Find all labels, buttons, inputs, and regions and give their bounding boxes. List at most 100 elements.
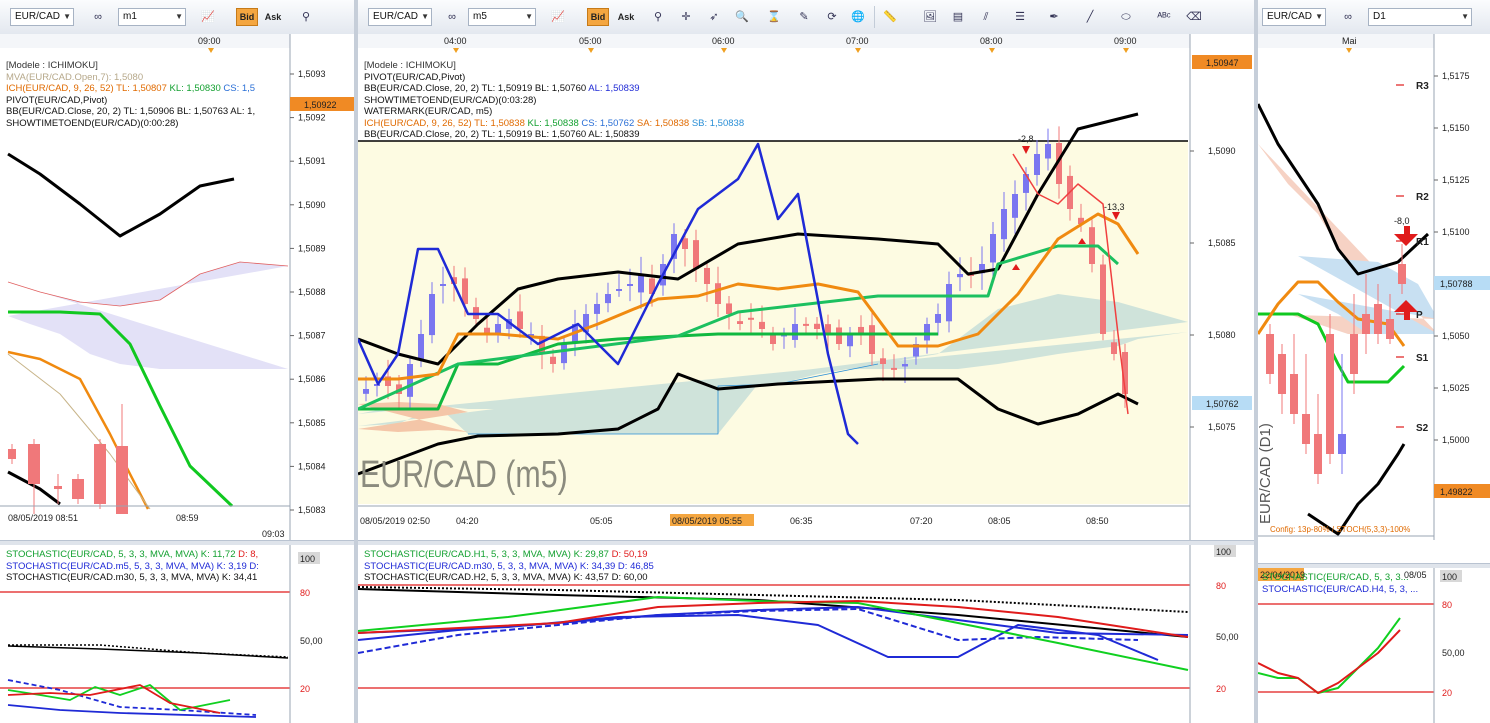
candle-body	[1045, 144, 1051, 159]
legend-text: STOCHASTIC(EUR/CAD.m5, 5, 3, 3, MVA, MVA…	[6, 560, 259, 572]
indicator-legend-left: [Modele : ICHIMOKU] MVA(EUR/CAD.Open,7): …	[6, 60, 255, 129]
symbol-select-right[interactable]: EUR/CAD ▼	[1262, 8, 1326, 26]
crosshair-icon[interactable]: ✛	[676, 8, 696, 26]
legend-text: D: 50,19	[611, 549, 648, 560]
timeframe-select-right[interactable]: D1 ▼	[1368, 8, 1472, 26]
price-chart-center[interactable]: 04:00 05:00 06:00 07:00 08:00 09:00 -2,8 -13,3 1…	[358, 34, 1254, 540]
pivot-label: R1	[1416, 237, 1429, 248]
legend-text: D: 8,	[238, 549, 259, 560]
stoch-tick-label: 20	[1442, 688, 1452, 698]
symbol-select-center[interactable]: EUR/CAD ▼	[368, 8, 432, 26]
time-tick-label: 07:20	[910, 516, 933, 526]
candle-body	[924, 324, 930, 341]
stoch-tick-label: 50,00	[1442, 648, 1465, 658]
symbol-select-left[interactable]: EUR/CAD ▼	[10, 8, 74, 26]
ruler-icon[interactable]: 📏	[880, 8, 900, 26]
edit-window-icon[interactable]: ✎	[794, 8, 814, 26]
price-axis	[1434, 568, 1490, 723]
price-tag-label: 1,50762	[1206, 399, 1239, 409]
timeframe-select-left[interactable]: m1 ▼	[118, 8, 186, 26]
image-icon[interactable]: 🖼	[920, 8, 940, 26]
legend-text: BB(EUR/CAD.Close, 20, 2) TL: 1,50919 BL:…	[364, 83, 589, 94]
stochastic-chart-center[interactable]: 100 80 50,00 20 STOCHASTIC(EUR/CAD.H1, 5, 3…	[358, 545, 1254, 723]
candle-body	[616, 289, 622, 291]
candle-body	[902, 364, 908, 367]
zoom-icon[interactable]: ⚲	[648, 8, 668, 26]
ask-button[interactable]: Ask	[262, 8, 284, 26]
stoch-tick-label: 20	[1216, 684, 1226, 694]
toolbar-right: EUR/CAD ▼ ∞ D1 ▼	[1258, 0, 1490, 35]
candle-body	[28, 444, 40, 484]
price-chart-left[interactable]: 09:00 1,5093 1,5092 1,5091 1,5090 1,5089 1,508…	[0, 34, 354, 540]
legend-row: PIVOT(EUR/CAD,Pivot)	[364, 72, 744, 84]
price-tick-label: 1,5050	[1442, 331, 1470, 341]
time-tick-label: 06:35	[790, 516, 813, 526]
candle-body	[803, 323, 809, 326]
refresh-icon[interactable]: ⟳	[822, 8, 842, 26]
candle-body	[770, 334, 776, 344]
template-icon[interactable]: ▤	[948, 8, 968, 26]
fan-lines-icon[interactable]: ⫽	[976, 8, 996, 26]
candle-body	[693, 240, 699, 269]
hourglass-icon[interactable]: ⌛	[764, 8, 784, 26]
text-tool-icon[interactable]: ᴬᴮᶜ	[1154, 8, 1174, 26]
pivot-label: S2	[1416, 423, 1429, 434]
candle-body	[54, 486, 62, 489]
stoch-tick-label: 20	[300, 684, 310, 694]
price-tick-label: 1,5125	[1442, 175, 1470, 185]
legend-text: CS: 1,50762	[581, 117, 637, 129]
candle-body	[594, 304, 600, 314]
legend-text: KL: 1,50838	[527, 117, 582, 129]
ellipse-icon[interactable]: ⬭	[1116, 8, 1136, 26]
price-tick-label: 1,5086	[298, 374, 326, 384]
globe-icon[interactable]: 🌐	[848, 8, 868, 26]
bid-button[interactable]: Bid	[587, 8, 609, 26]
legend-text: WATERMARK(EUR/CAD, m5)	[364, 106, 493, 117]
pen-icon[interactable]: ✒	[1044, 8, 1064, 26]
annotation-label: -2,8	[1018, 134, 1034, 144]
ask-button[interactable]: Ask	[615, 8, 637, 26]
stochastic-chart-left[interactable]: 100 80 50,00 20 STOCHASTIC(EUR/CAD, 5, 3, 3…	[0, 545, 354, 723]
chart-type-icon[interactable]: 📈	[548, 8, 568, 26]
candle-body	[1314, 434, 1322, 474]
price-chart-right-svg: MaiR3R2R1PS1S2-8,01,51751,51501,51251,51…	[1258, 34, 1490, 540]
candle-body	[1266, 334, 1274, 374]
cursor-icon[interactable]: ➶	[704, 8, 724, 26]
chart-panel-left: EUR/CAD ▼ ∞ m1 ▼ 📈 Bid Ask ⚲ 09:00 1,5093 1,…	[0, 0, 354, 723]
legend-text: SHOWTIMETOEND(EUR/CAD)(0:00:28)	[6, 117, 179, 129]
horizontal-lines-icon[interactable]: ☰	[1010, 8, 1030, 26]
stochastic-chart-right[interactable]: 100 80 50,00 20 22/04/2019 08/05 STOCHASTIC(E…	[1258, 568, 1490, 723]
stoch-tick-label: 50,00	[1216, 632, 1239, 642]
candle-body	[836, 327, 842, 344]
candle-body	[1302, 414, 1310, 444]
price-tick-label: 1,5092	[298, 113, 326, 123]
chart-type-icon[interactable]: 📈	[198, 8, 218, 26]
price-tag-label: 1,50947	[1206, 58, 1239, 68]
price-tick-label: 1,5090	[298, 200, 326, 210]
legend-row: STOCHASTIC(EUR/CAD, 5, 3, 3...	[1262, 572, 1418, 584]
link-chain-icon[interactable]: ∞	[442, 8, 462, 26]
link-chain-icon[interactable]: ∞	[1338, 8, 1358, 26]
legend-text: STOCHASTIC(EUR/CAD, 5, 3, 3...	[1262, 572, 1409, 583]
stochastic-legend-left: STOCHASTIC(EUR/CAD, 5, 3, 3, MVA, MVA) K…	[6, 549, 259, 584]
candle-body	[94, 444, 106, 504]
price-chart-right[interactable]: Mai R3 R2 R1 P S1 S2 -8,0 1,5175 1,5150 1,5125 1,51…	[1258, 34, 1490, 540]
trend-line-icon[interactable]: ╱	[1080, 8, 1100, 26]
timeframe-select-center[interactable]: m5 ▼	[468, 8, 536, 26]
indicator-legend-center: [Modele : ICHIMOKU] PIVOT(EUR/CAD,Pivot) B…	[364, 60, 744, 141]
chevron-down-icon: ▼	[1315, 12, 1323, 21]
candle-body	[1100, 264, 1106, 334]
link-chain-icon[interactable]: ∞	[88, 8, 108, 26]
zoom-icon[interactable]: ⚲	[296, 8, 316, 26]
bid-button[interactable]: Bid	[236, 8, 258, 26]
magnifier-icon[interactable]: 🔍	[732, 8, 752, 26]
legend-row: ICH(EUR/CAD, 9, 26, 52) TL: 1,50838 KL: …	[364, 118, 744, 130]
legend-row: STOCHASTIC(EUR/CAD.m30, 5, 3, 3, MVA, MV…	[6, 572, 259, 584]
pivot-label: R2	[1416, 192, 1429, 203]
candle-body	[704, 267, 710, 284]
legend-row: STOCHASTIC(EUR/CAD.m5, 5, 3, 3, MVA, MVA…	[6, 561, 259, 573]
eraser-icon[interactable]: ⌫	[1184, 8, 1204, 26]
legend-row: SHOWTIMETOEND(EUR/CAD)(0:00:28)	[6, 118, 255, 130]
price-tag-label: 1,49822	[1440, 487, 1473, 497]
candle-body	[847, 334, 853, 347]
